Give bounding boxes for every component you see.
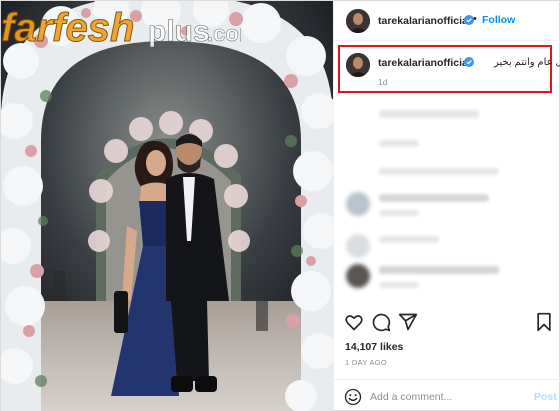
post-photo[interactable]: farfesh plus .com [1, 1, 333, 411]
comment-input[interactable] [370, 388, 520, 406]
blurred-comment-line [379, 282, 419, 288]
header-username[interactable]: tarekalarianofficial [378, 15, 471, 27]
post-date[interactable]: 1 DAY AGO [345, 358, 387, 367]
post-header: tarekalarianofficial • Follow [334, 1, 560, 41]
blurred-comment-line [379, 168, 499, 175]
bookmark-icon[interactable] [534, 312, 554, 332]
caption-avatar-image [346, 53, 370, 77]
comments-list [334, 96, 560, 306]
watermark-brand-b: plus [148, 15, 210, 48]
avatar-image [346, 9, 370, 33]
instagram-post: farfesh plus .com tarekalarianofficial •… [0, 0, 560, 411]
share-icon[interactable] [398, 312, 418, 332]
post-sidebar: tarekalarianofficial • Follow tarekalari… [333, 1, 560, 411]
blurred-comment-line [379, 266, 499, 274]
smiley-icon[interactable] [344, 388, 362, 406]
add-comment-bar: Post [334, 379, 560, 411]
heart-icon[interactable] [344, 312, 364, 332]
blurred-comment-line [379, 110, 479, 118]
avatar[interactable] [346, 9, 370, 33]
caption-verified-badge-icon [464, 57, 474, 67]
blurred-comment-avatar [346, 192, 370, 216]
comment-icon[interactable] [371, 312, 391, 332]
caption-timestamp[interactable]: 1d [378, 77, 387, 87]
caption-avatar[interactable] [346, 53, 370, 77]
blurred-comment-line [379, 140, 419, 147]
blurred-comment-line [379, 210, 419, 216]
blurred-comment-line [379, 236, 439, 243]
watermark-suffix: .com [207, 21, 241, 46]
farfesh-watermark-logo: farfesh plus .com [1, 6, 241, 51]
blurred-comment-line [379, 194, 489, 202]
caption-username[interactable]: tarekalarianofficial [378, 57, 471, 69]
caption-text: كل عام وانتم بخير [494, 57, 560, 68]
caption-highlight-box: tarekalarianofficial كل عام وانتم بخير 1… [338, 45, 560, 93]
header-separator: • [473, 13, 477, 25]
post-comment-button[interactable]: Post [534, 391, 557, 403]
photo-scene [1, 1, 333, 411]
likes-count[interactable]: 14,107 likes [345, 341, 403, 353]
watermark-brand-a: farfesh [1, 6, 134, 50]
blurred-comment-avatar [346, 234, 370, 258]
post-actions [334, 309, 560, 335]
blurred-comment-avatar [346, 264, 370, 288]
follow-button[interactable]: Follow [482, 14, 515, 26]
